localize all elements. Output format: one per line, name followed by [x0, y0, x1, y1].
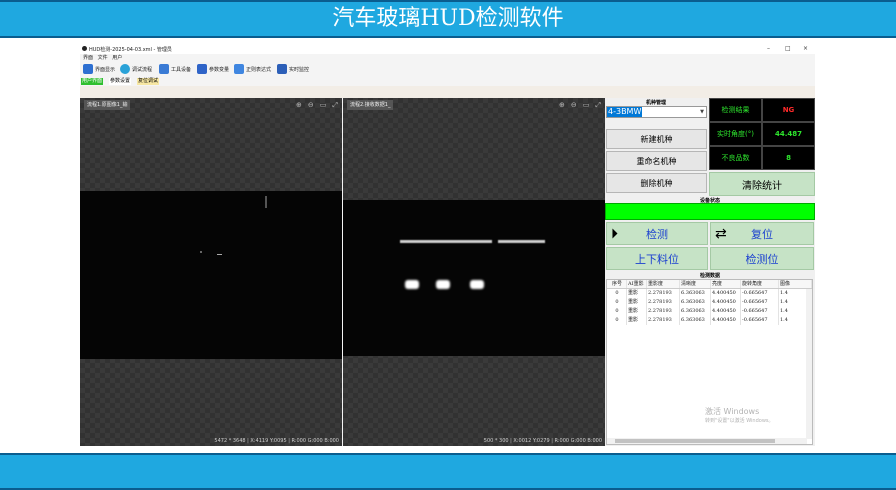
top-banner: 汽车玻璃HUD检测软件	[0, 0, 896, 38]
toolbar: 界面显示 调试流程 工具设备 参数变量 正则表达式 实时监控	[80, 61, 815, 77]
table-row[interactable]: 0 重影 2.278193 6.363063 4.400450 -0.66564…	[607, 289, 812, 298]
tab-parameter-settings[interactable]: 参数设置	[109, 78, 132, 85]
table-row[interactable]: 0 重影 2.278193 6.363063 4.400450 -0.66564…	[607, 316, 812, 325]
model-select-value: 4-3BMW	[607, 107, 643, 117]
windows-activation-watermark: 激活 Windows 转到"设置"以激活 Windows。	[705, 407, 774, 424]
detection-data-table[interactable]: 序号 AI重影 重影度 清晰度 亮度 旋转角度 图像 0 重影 2.278193…	[606, 279, 813, 445]
rename-model-button[interactable]: 重命名机种	[606, 151, 707, 171]
new-model-button[interactable]: 新建机种	[606, 129, 707, 149]
tab-reset-debug[interactable]: 复位调试	[137, 78, 160, 85]
col-header[interactable]: 图像	[779, 280, 812, 288]
scrollbar-thumb[interactable]	[615, 439, 775, 443]
toolbar-flow-button[interactable]: 调试流程	[120, 63, 152, 75]
data-table-title: 检测数据	[699, 273, 720, 279]
minimize-button[interactable]: –	[767, 45, 770, 52]
model-select[interactable]: 4-3BMW ▼	[606, 106, 707, 118]
col-header[interactable]: 亮度	[711, 280, 741, 288]
control-panel: 机种管理 4-3BMW ▼ 新建机种 重命名机种 删除机种 检测结果 NG 实时…	[605, 98, 815, 446]
toolbar-tools-label: 工具设备	[171, 66, 192, 73]
clear-stats-button[interactable]: 清除统计	[709, 172, 815, 196]
maximize-button[interactable]: □	[785, 45, 791, 52]
grid-icon	[234, 64, 244, 74]
camera-image-1	[80, 191, 342, 359]
col-header[interactable]: 重影度	[647, 280, 680, 288]
reset-button[interactable]: ⇄ 复位	[710, 222, 814, 245]
bottom-banner	[0, 453, 896, 490]
toolbar-monitor-label: 实时监控	[289, 66, 310, 73]
col-header[interactable]: 旋转角度	[741, 280, 779, 288]
zoom-in-icon[interactable]: ⊕	[296, 101, 302, 110]
sub-tab-bar: 用户界面 参数设置 复位调试	[80, 77, 815, 86]
menu-item-file[interactable]: 文件	[98, 54, 108, 61]
close-button[interactable]: ×	[803, 45, 808, 52]
toolbar-monitor-button[interactable]: 实时监控	[277, 63, 309, 75]
viewer-2-status: 500 * 300 | X:0012 Y:0279 | R:000 G:000 …	[483, 438, 602, 444]
table-row[interactable]: 0 重影 2.278193 6.363063 4.400450 -0.66564…	[607, 298, 812, 307]
table-row[interactable]: 0 重影 2.278193 6.363063 4.400450 -0.66564…	[607, 307, 812, 316]
col-header[interactable]: 清晰度	[680, 280, 711, 288]
fullscreen-icon[interactable]: ⤢	[595, 101, 601, 110]
table-header: 序号 AI重影 重影度 清晰度 亮度 旋转角度 图像	[607, 280, 812, 289]
play-circle-icon: ⏵	[611, 226, 618, 242]
model-management-title: 机种管理	[645, 100, 666, 106]
window-title: HUD检测-2025-04-03.xml - 管理员	[89, 47, 172, 53]
swap-arrows-icon: ⇄	[715, 226, 727, 242]
app-banner-title: 汽车玻璃HUD检测软件	[332, 6, 564, 31]
col-header[interactable]: AI重影	[627, 280, 647, 288]
reset-button-label: 复位	[751, 227, 773, 241]
menu-item-user[interactable]: 用户	[112, 54, 122, 61]
table-vertical-scrollbar[interactable]	[806, 289, 812, 439]
toolbar-params-button[interactable]: 参数变量	[197, 63, 229, 75]
angle-label: 实时角度(°)	[709, 122, 762, 146]
table-horizontal-scrollbar[interactable]	[607, 438, 807, 444]
viewer-2-tab[interactable]: 流程2.接收数据1_	[347, 100, 394, 110]
camera-image-2	[343, 200, 605, 356]
bad-count-value: 8	[762, 146, 815, 170]
toolbar-display-button[interactable]: 界面显示	[83, 63, 115, 75]
zoom-out-icon[interactable]: ⊖	[308, 101, 314, 110]
device-status-indicator	[605, 203, 815, 220]
col-header[interactable]: 序号	[607, 280, 627, 288]
detect-result-label: 检测结果	[709, 98, 762, 122]
toolbar-display-label: 界面显示	[95, 66, 116, 73]
toolbar-params-label: 参数变量	[209, 66, 230, 73]
fit-icon[interactable]: ▭	[320, 101, 327, 110]
tab-user-interface[interactable]: 用户界面	[81, 78, 104, 85]
viewer-1-tab[interactable]: 流程1.原图像1_输	[84, 100, 131, 110]
tools-icon	[159, 64, 169, 74]
delete-model-button[interactable]: 删除机种	[606, 173, 707, 193]
detect-position-button[interactable]: 检测位	[710, 247, 814, 270]
toolbar-flow-label: 调试流程	[132, 66, 153, 73]
fullscreen-icon[interactable]: ⤢	[332, 101, 338, 110]
zoom-in-icon[interactable]: ⊕	[559, 101, 565, 110]
toolbar-regex-button[interactable]: 正则表达式	[234, 63, 271, 75]
divider-strip	[80, 86, 815, 98]
zoom-out-icon[interactable]: ⊖	[571, 101, 577, 110]
chevron-down-icon: ▼	[700, 109, 704, 115]
image-viewer-1[interactable]: 流程1.原图像1_输 ⊕ ⊖ ▭ ⤢ 5472 * 3648 | X:4119 …	[80, 98, 342, 446]
angle-value: 44.487	[762, 122, 815, 146]
menu-bar: 界面 文件 用户	[80, 54, 815, 61]
load-unload-button[interactable]: 上下料位	[606, 247, 708, 270]
detect-button[interactable]: ⏵ 检测	[606, 222, 708, 245]
fit-icon[interactable]: ▭	[583, 101, 590, 110]
app-window: HUD检测-2025-04-03.xml - 管理员 – □ × 界面 文件 用…	[80, 44, 815, 446]
monitor-live-icon	[277, 64, 287, 74]
title-bar: HUD检测-2025-04-03.xml - 管理员 – □ ×	[80, 44, 815, 54]
viewer-1-status: 5472 * 3648 | X:4119 Y:0095 | R:000 G:00…	[214, 438, 339, 444]
image-viewer-2[interactable]: 流程2.接收数据1_ ⊕ ⊖ ▭ ⤢ 500 * 300 | X:0012 Y:…	[343, 98, 605, 446]
toolbar-regex-label: 正则表达式	[246, 66, 272, 73]
detect-result-value: NG	[762, 98, 815, 122]
detect-button-label: 检测	[646, 227, 668, 241]
app-icon	[82, 46, 87, 51]
menu-item-interface[interactable]: 界面	[83, 54, 93, 61]
bad-count-label: 不良品数	[709, 146, 762, 170]
toolbar-tools-button[interactable]: 工具设备	[159, 63, 191, 75]
monitor-icon	[83, 64, 93, 74]
refresh-icon	[120, 64, 130, 74]
chart-icon	[197, 64, 207, 74]
